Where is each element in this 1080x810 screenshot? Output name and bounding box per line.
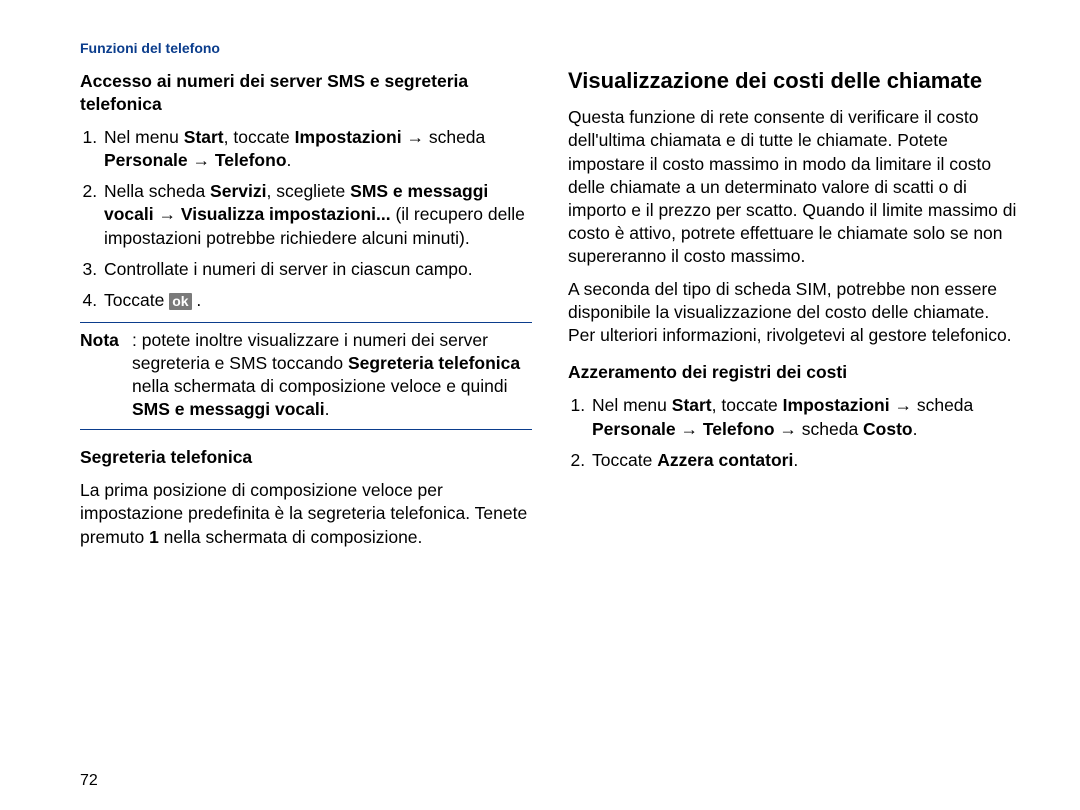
text-bold: Personale [592,419,676,439]
text: → scheda [402,127,486,147]
left-step-2: Nella scheda Servizi, scegliete SMS e me… [102,180,532,249]
text-bold: Personale [104,150,188,170]
text: nella schermata di composizione veloce e… [132,376,508,396]
note-divider-top [80,322,532,323]
text: , toccate [224,127,295,147]
right-paragraph-2: A seconda del tipo di scheda SIM, potreb… [568,278,1020,347]
right-steps: Nel menu Start, toccate Impostazioni → s… [568,394,1020,471]
text-bold: Servizi [210,181,266,201]
right-column: Visualizzazione dei costi delle chiamate… [568,64,1020,764]
note-block: Nota : potete inoltre visualizzare i num… [80,329,532,421]
left-heading-2: Segreteria telefonica [80,446,532,469]
text: → [154,204,181,224]
text: Nella scheda [104,181,210,201]
text-bold: Telefono [215,150,287,170]
right-step-2: Toccate Azzera contatori. [590,449,1020,472]
left-step-4: Toccate ok . [102,289,532,312]
left-heading-1: Accesso ai numeri dei server SMS e segre… [80,70,532,116]
left-column: Accesso ai numeri dei server SMS e segre… [80,64,532,764]
left-step-1: Nel menu Start, toccate Impostazioni → s… [102,126,532,172]
text: , toccate [712,395,783,415]
text-bold: Start [184,127,224,147]
text-bold: Telefono [703,419,775,439]
text: nella schermata di composizione. [159,527,423,547]
text: . [793,450,798,470]
text: Nel menu [104,127,184,147]
text-bold: Impostazioni [295,127,402,147]
note-body: : potete inoltre visualizzare i numeri d… [80,329,532,421]
text-bold: Costo [863,419,913,439]
text-bold: Visualizza impostazioni... [181,204,391,224]
text-bold: Impostazioni [783,395,890,415]
right-heading-1: Visualizzazione dei costi delle chiamate [568,68,1020,94]
text: . [287,150,292,170]
page-number: 72 [80,764,1020,790]
section-header: Funzioni del telefono [80,40,1020,56]
right-step-1: Nel menu Start, toccate Impostazioni → s… [590,394,1020,440]
text-bold: 1 [149,527,159,547]
text: Toccate [104,290,169,310]
text: Toccate [592,450,657,470]
text: → [676,419,703,439]
text: Nel menu [592,395,672,415]
ok-icon: ok [169,293,191,310]
right-heading-2: Azzeramento dei registri dei costi [568,361,1020,384]
text: → scheda [775,419,864,439]
text: → scheda [890,395,974,415]
text: . [196,290,201,310]
left-paragraph-2: La prima posizione di composizione veloc… [80,479,532,548]
text: . [325,399,330,419]
note-label: Nota [80,329,132,352]
text-bold: Start [672,395,712,415]
columns: Accesso ai numeri dei server SMS e segre… [80,64,1020,764]
page: Funzioni del telefono Accesso ai numeri … [0,0,1080,810]
text-bold: Segreteria telefonica [348,353,520,373]
note-divider-bottom [80,429,532,430]
text: → [188,150,215,170]
text-bold: SMS e messaggi vocali [132,399,325,419]
left-steps: Nel menu Start, toccate Impostazioni → s… [80,126,532,312]
text-bold: Azzera contatori [657,450,793,470]
text: . [913,419,918,439]
left-step-3: Controllate i numeri di server in ciascu… [102,258,532,281]
right-paragraph-1: Questa funzione di rete consente di veri… [568,106,1020,268]
text: , scegliete [266,181,350,201]
